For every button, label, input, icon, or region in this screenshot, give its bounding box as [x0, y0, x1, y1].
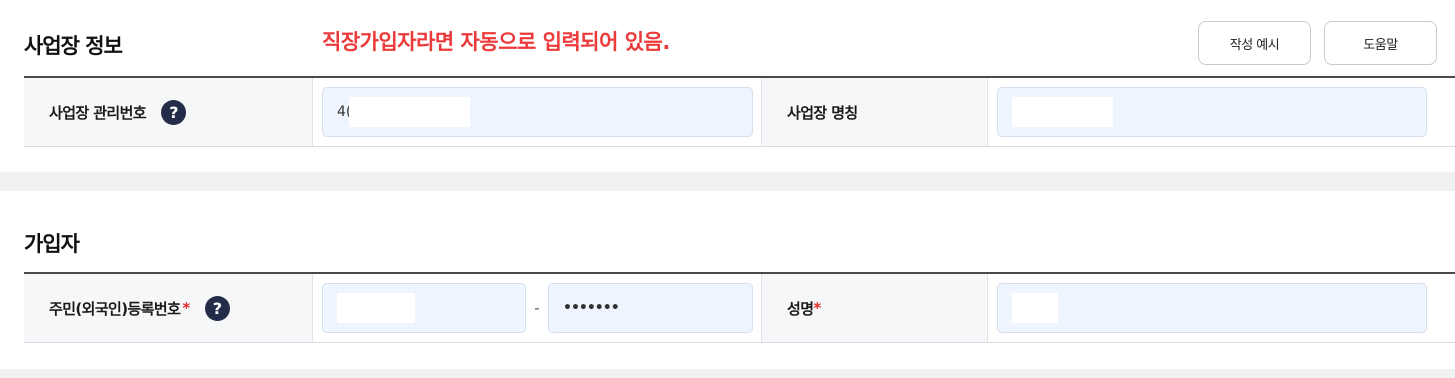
redaction-mask [349, 97, 470, 127]
business-name-field[interactable] [997, 87, 1427, 137]
business-name-header: 사업장 명칭 [762, 78, 987, 146]
subscriber-table: 주민(외국인)등록번호 * ? - ••••••• 성명 * [24, 272, 1455, 343]
example-button[interactable]: 작성 예시 [1198, 21, 1311, 65]
business-info-row: 사업장 관리번호 ? 4( 사업장 명칭 [24, 78, 1455, 146]
mgmt-number-header: 사업장 관리번호 ? [24, 78, 312, 146]
business-info-table: 사업장 관리번호 ? 4( 사업장 명칭 [24, 76, 1455, 147]
mgmt-number-cell: 4( [312, 78, 762, 146]
subscriber-title: 가입자 [24, 232, 80, 256]
resident-separator: - [534, 299, 540, 317]
name-label: 성명 [787, 299, 814, 318]
section-divider [0, 369, 1455, 378]
business-info-title: 사업장 정보 [24, 34, 123, 58]
resident-back-value: ••••••• [563, 300, 620, 316]
auto-fill-notice: 직장가입자라면 자동으로 입력되어 있음. [322, 30, 670, 54]
resident-front-field[interactable] [322, 283, 526, 333]
required-mark: * [813, 299, 821, 317]
mgmt-number-field[interactable]: 4( [322, 87, 753, 137]
resident-number-label: 주민(외국인)등록번호 [49, 299, 181, 318]
redaction-mask [1012, 293, 1058, 323]
question-icon[interactable]: ? [204, 295, 230, 321]
help-button[interactable]: 도움말 [1324, 21, 1437, 65]
redaction-mask [337, 293, 415, 323]
resident-back-field[interactable]: ••••••• [548, 283, 753, 333]
business-name-cell [987, 78, 1455, 146]
resident-number-cell: - ••••••• [312, 274, 762, 342]
business-name-label: 사업장 명칭 [787, 103, 858, 122]
section-divider [0, 172, 1455, 191]
name-cell [987, 274, 1455, 342]
name-header: 성명 * [762, 274, 987, 342]
subscriber-row: 주민(외국인)등록번호 * ? - ••••••• 성명 * [24, 274, 1455, 342]
mgmt-number-label: 사업장 관리번호 [49, 103, 147, 122]
required-mark: * [182, 299, 190, 317]
resident-number-header: 주민(외국인)등록번호 * ? [24, 274, 312, 342]
redaction-mask [1012, 97, 1113, 127]
name-field[interactable] [997, 283, 1427, 333]
question-icon[interactable]: ? [161, 99, 187, 125]
